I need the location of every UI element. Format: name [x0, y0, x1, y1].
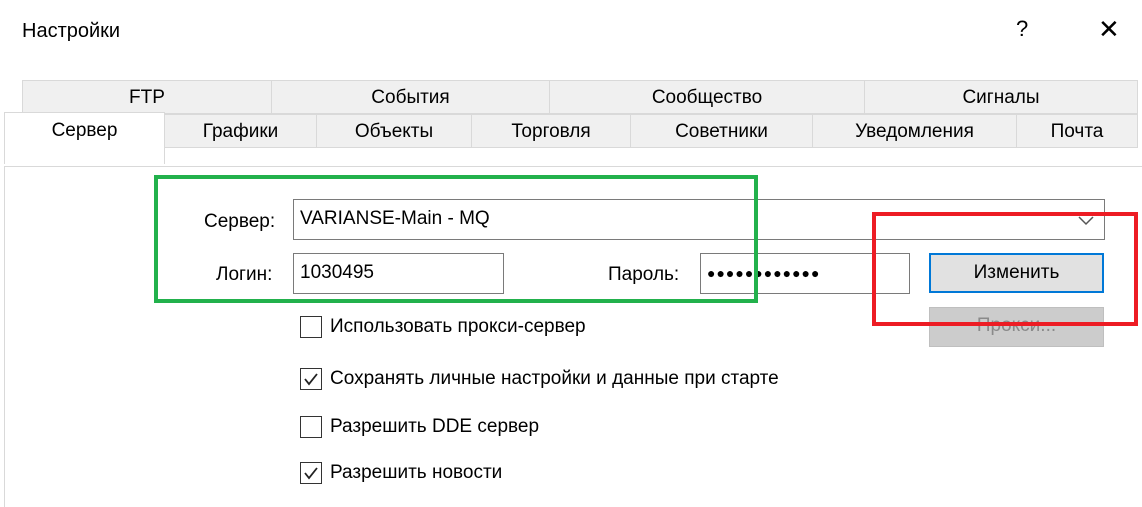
- checkmark-icon: [304, 467, 318, 480]
- tab-trading[interactable]: Торговля: [471, 114, 631, 148]
- tab-charts[interactable]: Графики: [164, 114, 317, 148]
- window-title: Настройки: [22, 20, 121, 42]
- news-checkbox[interactable]: [300, 462, 322, 484]
- use-proxy-label: Использовать прокси-сервер: [330, 316, 586, 337]
- tab-mail[interactable]: Почта: [1016, 114, 1138, 148]
- use-proxy-checkbox[interactable]: [300, 316, 322, 338]
- tab-label: Торговля: [511, 121, 591, 142]
- tab-server[interactable]: Сервер: [4, 112, 165, 164]
- tab-label: FTP: [129, 87, 165, 108]
- tab-label: Сообщество: [651, 87, 763, 108]
- news-label: Разрешить новости: [330, 462, 503, 483]
- tab-label: Графики: [202, 121, 279, 142]
- tab-label: Сигналы: [962, 87, 1040, 108]
- dde-server-checkbox[interactable]: [300, 416, 322, 438]
- tab-events[interactable]: События: [271, 80, 550, 114]
- tab-objects[interactable]: Объекты: [316, 114, 472, 148]
- green-highlight-box: [154, 175, 758, 303]
- tab-label: События: [371, 87, 450, 108]
- tab-notifications[interactable]: Уведомления: [812, 114, 1017, 148]
- checkmark-icon: [304, 373, 318, 386]
- tab-label: Уведомления: [855, 121, 974, 142]
- help-button[interactable]: ?: [1016, 16, 1028, 42]
- save-settings-checkbox[interactable]: [300, 368, 322, 390]
- red-highlight-box: [872, 212, 1138, 326]
- tab-label: Советники: [675, 121, 768, 142]
- tab-label: Почта: [1050, 121, 1104, 142]
- save-settings-label: Сохранять личные настройки и данные при …: [330, 368, 779, 389]
- tab-label: Объекты: [354, 121, 434, 142]
- tab-label: Сервер: [51, 120, 118, 141]
- tab-experts[interactable]: Советники: [630, 114, 813, 148]
- tab-ftp[interactable]: FTP: [22, 80, 272, 114]
- close-icon[interactable]: ✕: [1098, 14, 1120, 45]
- tab-community[interactable]: Сообщество: [549, 80, 865, 114]
- dde-server-label: Разрешить DDE сервер: [330, 416, 540, 437]
- tab-signals[interactable]: Сигналы: [864, 80, 1138, 114]
